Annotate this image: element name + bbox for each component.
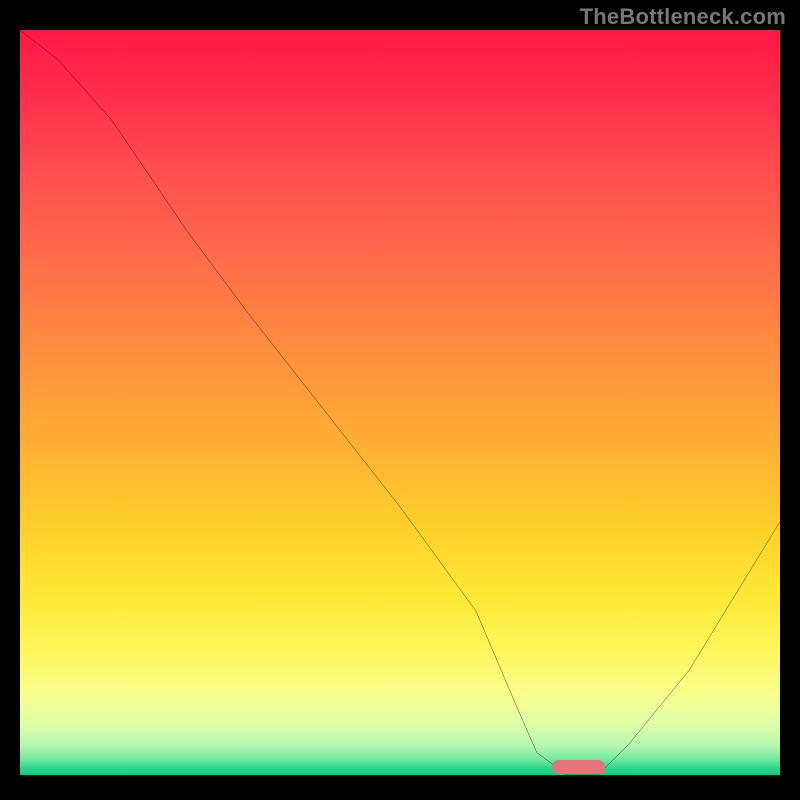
bottleneck-curve bbox=[20, 30, 780, 775]
watermark-text: TheBottleneck.com bbox=[580, 4, 786, 30]
plot-area bbox=[20, 30, 780, 775]
optimal-range-marker bbox=[552, 760, 605, 774]
chart-frame: TheBottleneck.com bbox=[0, 0, 800, 800]
